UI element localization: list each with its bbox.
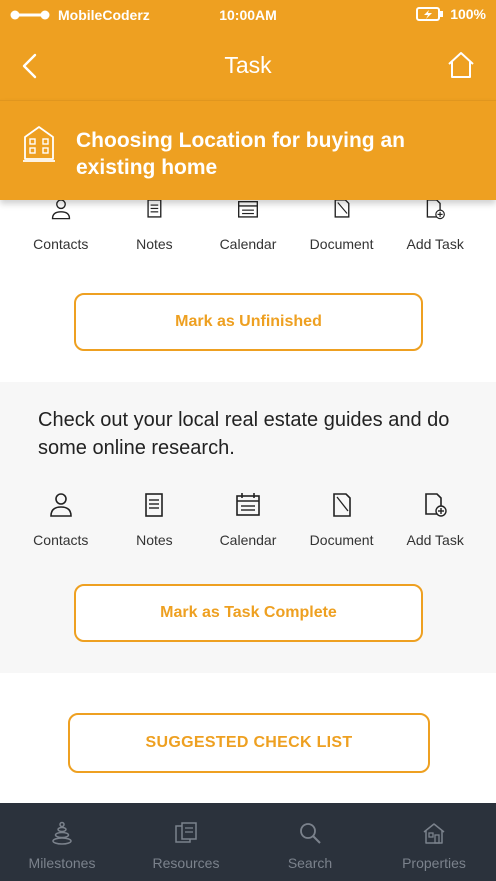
action-contacts-label: Contacts (33, 236, 89, 252)
add-task-icon (425, 493, 447, 517)
action-row: Contacts Notes Calendar Document Add Tas… (0, 200, 496, 252)
page-title: Task (224, 52, 272, 78)
battery-icon (416, 7, 444, 21)
tab-milestones[interactable]: Milestones (0, 803, 124, 881)
banner-title: Choosing Location for buying an existing… (76, 129, 405, 179)
checklist-section: SUGGESTED CHECK LIST (0, 673, 496, 803)
task-card-2: Check out your local real estate guides … (0, 382, 496, 673)
nav-bar: Task (0, 30, 496, 100)
mark-complete-button[interactable]: Mark as Task Complete (74, 584, 423, 642)
status-bar: MobileCoderz 10:00AM 100% (0, 0, 496, 30)
mark-unfinished-button[interactable]: Mark as Unfinished (74, 293, 423, 351)
tab-resources[interactable]: Resources (124, 803, 248, 881)
task-banner: Choosing Location for buying an existing… (0, 100, 496, 200)
action-add-task[interactable]: Add Task (392, 492, 478, 548)
action-document[interactable]: Document (299, 492, 385, 548)
notes-icon (145, 493, 164, 517)
building-icon (23, 126, 55, 162)
contacts-icon (49, 493, 72, 517)
document-icon (332, 493, 351, 517)
calendar-icon (236, 493, 260, 516)
contacts-icon (51, 200, 70, 220)
search-icon (300, 823, 321, 844)
tab-properties[interactable]: Properties (372, 803, 496, 881)
suggested-checklist-button[interactable]: SUGGESTED CHECK LIST (68, 713, 430, 773)
milestones-icon (52, 821, 72, 845)
document-icon (334, 200, 350, 218)
action-calendar-label: Calendar (219, 532, 277, 548)
task-description: Check out your local real estate guides … (38, 409, 450, 459)
action-notes[interactable]: Notes (111, 200, 197, 252)
action-contacts[interactable]: Contacts (18, 200, 104, 252)
tab-properties-label: Properties (402, 855, 466, 871)
action-calendar-label: Calendar (219, 236, 277, 252)
notes-icon (147, 200, 162, 218)
action-row: Contacts Notes Calendar Document Add Tas… (0, 492, 496, 548)
action-notes[interactable]: Notes (111, 492, 197, 548)
tab-milestones-label: Milestones (28, 855, 96, 871)
resources-icon (175, 822, 197, 843)
action-notes-label: Notes (136, 532, 173, 548)
calendar-icon (237, 201, 258, 218)
action-add-task-label: Add Task (406, 236, 464, 252)
home-icon[interactable] (446, 50, 476, 80)
action-calendar[interactable]: Calendar (205, 200, 291, 252)
action-add-task[interactable]: Add Task (392, 200, 478, 252)
tab-search-label: Search (287, 855, 333, 871)
action-notes-label: Notes (136, 236, 173, 252)
action-contacts[interactable]: Contacts (18, 492, 104, 548)
tab-search[interactable]: Search (248, 803, 372, 881)
action-add-task-label: Add Task (406, 532, 464, 548)
action-document-label: Document (309, 236, 374, 252)
tab-bar: Milestones Resources Search Properties (0, 803, 496, 881)
battery-level: 100% (450, 6, 486, 22)
tab-resources-label: Resources (152, 855, 220, 871)
action-document[interactable]: Document (299, 200, 385, 252)
task-card-1: Contacts Notes Calendar Document Add Tas… (0, 200, 496, 382)
battery: 100% (416, 6, 486, 22)
action-document-label: Document (309, 532, 374, 548)
properties-icon (423, 823, 445, 844)
add-task-icon (426, 200, 446, 220)
action-calendar[interactable]: Calendar (205, 492, 291, 548)
action-contacts-label: Contacts (33, 532, 89, 548)
